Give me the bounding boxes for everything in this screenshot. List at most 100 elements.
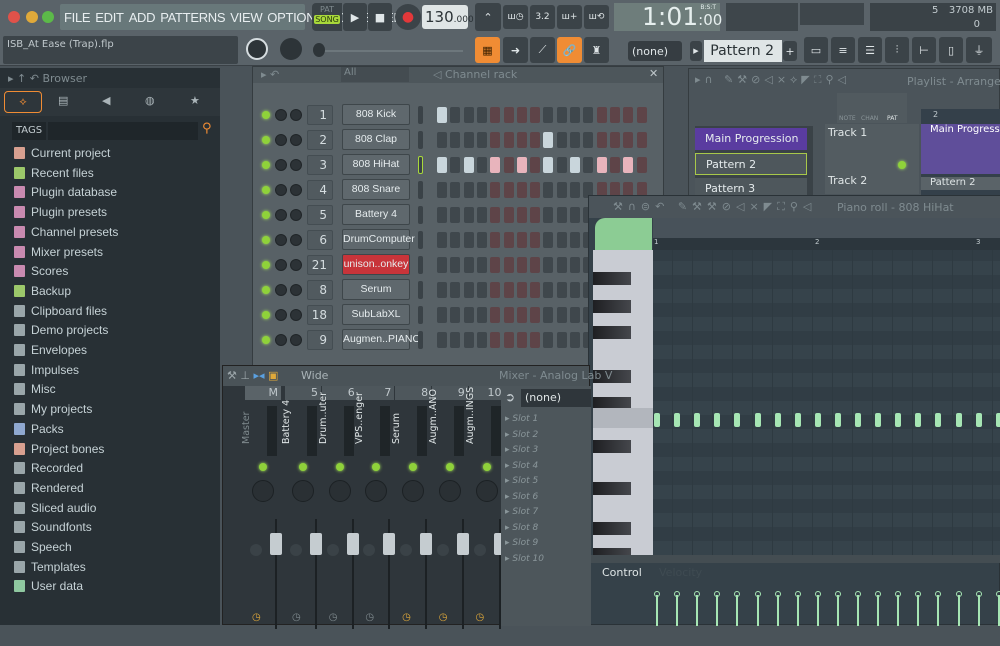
step-button[interactable] (530, 257, 541, 273)
browser-tab-favorites[interactable]: ★ (190, 94, 200, 107)
channel-name-button[interactable]: SubLabXL (342, 304, 410, 325)
step-button[interactable] (609, 132, 620, 148)
velocity-bar[interactable] (857, 595, 859, 626)
browser-item[interactable]: Packs (14, 422, 64, 436)
add-pattern-button[interactable]: + (783, 41, 797, 61)
velocity-bar[interactable] (977, 595, 980, 626)
pattern-item[interactable]: Pattern 2 (695, 153, 807, 175)
browser-item[interactable]: Scores (14, 264, 68, 278)
browser-item[interactable]: Backup (14, 284, 71, 298)
step-button[interactable] (503, 157, 514, 173)
step-button[interactable] (543, 282, 554, 298)
browser-tab-files[interactable]: ▤ (58, 94, 68, 107)
browser-item[interactable]: Plugin presets (14, 205, 107, 219)
channel-name-button[interactable]: 808 Kick (342, 104, 410, 125)
step-button[interactable] (530, 207, 541, 223)
channel-mixer-track[interactable]: 2 (307, 130, 333, 150)
step-button[interactable] (636, 132, 647, 148)
step-button[interactable] (463, 307, 474, 323)
countdown-button[interactable]: 3.2 (530, 5, 555, 29)
strip-mute-led[interactable] (445, 463, 454, 471)
channel-select[interactable] (418, 281, 423, 299)
browser-item[interactable]: Sliced audio (14, 501, 96, 515)
step-button[interactable] (503, 132, 514, 148)
step-button[interactable] (476, 107, 487, 123)
step-button[interactable] (476, 207, 487, 223)
browser-item[interactable]: Mixer presets (14, 245, 103, 259)
note[interactable] (754, 413, 761, 427)
maximize-window-button[interactable] (42, 11, 54, 23)
step-button[interactable] (450, 257, 461, 273)
step-button[interactable] (490, 257, 501, 273)
step-button[interactable] (556, 232, 567, 248)
stereo-knob[interactable] (326, 544, 339, 556)
channel-mute-led[interactable] (262, 261, 270, 269)
step-button[interactable] (530, 232, 541, 248)
velocity-bar[interactable] (716, 595, 719, 626)
step-button[interactable] (623, 107, 634, 123)
channel-select[interactable] (418, 331, 423, 349)
channel-mixer-track[interactable]: 1 (307, 105, 333, 125)
note[interactable] (654, 413, 660, 427)
channel-pan-knob[interactable] (275, 109, 287, 121)
clock-icon[interactable]: ◷ (292, 612, 301, 623)
channel-mixer-track[interactable]: 21 (307, 255, 333, 275)
step-button[interactable] (490, 157, 501, 173)
step-button[interactable] (503, 332, 514, 348)
clock-icon[interactable]: ◷ (329, 612, 338, 623)
effect-slot[interactable]: ▸ Slot 9 (505, 538, 538, 548)
channel-volume-knob[interactable] (290, 334, 302, 346)
step-button[interactable] (450, 182, 461, 198)
step-button[interactable] (543, 107, 554, 123)
minimize-window-button[interactable] (26, 11, 38, 23)
browser-button[interactable]: ⊢ (912, 37, 936, 63)
step-button[interactable] (516, 182, 527, 198)
browser-item[interactable]: Current project (14, 146, 110, 160)
volume-fader[interactable] (346, 533, 359, 555)
step-button[interactable] (503, 207, 514, 223)
channel-mixer-track[interactable]: 4 (307, 180, 333, 200)
piano-keyboard[interactable]: C5 (593, 250, 653, 561)
effect-slot[interactable]: ▸ Slot 2 (505, 430, 538, 440)
strip-mute-led[interactable] (335, 463, 344, 471)
mixer-strip[interactable]: 8 Serum ◷ (391, 386, 433, 646)
note[interactable] (674, 413, 681, 427)
master-pitch-knob[interactable] (280, 38, 302, 60)
step-button[interactable] (556, 332, 567, 348)
channel-volume-knob[interactable] (290, 109, 302, 121)
menu-edit[interactable]: EDIT (95, 10, 124, 25)
channel-mixer-track[interactable]: 6 (307, 230, 333, 250)
effect-slot[interactable]: ▸ Slot 8 (505, 523, 538, 533)
step-button[interactable] (530, 157, 541, 173)
step-button[interactable] (450, 232, 461, 248)
loop-record-button[interactable]: ш⟲ (584, 5, 609, 29)
velocity-bar[interactable] (676, 595, 679, 626)
note[interactable] (875, 413, 882, 427)
step-button[interactable] (450, 132, 461, 148)
velocity-bar[interactable] (776, 595, 779, 626)
channel-pan-knob[interactable] (275, 334, 287, 346)
velocity-bar[interactable] (736, 595, 739, 626)
step-button[interactable] (463, 282, 474, 298)
channel-select[interactable] (418, 256, 423, 274)
step-button[interactable] (543, 157, 554, 173)
velocity-handle[interactable] (935, 591, 942, 597)
snap-icon[interactable]: ⟋ (530, 37, 555, 63)
step-button[interactable] (530, 132, 541, 148)
velocity-handle[interactable] (855, 591, 861, 597)
step-button[interactable] (490, 207, 501, 223)
step-button[interactable] (463, 182, 474, 198)
browser-item[interactable]: Clipboard files (14, 304, 107, 318)
mixer-button[interactable]: ⫶ (885, 37, 909, 63)
mixer-strip[interactable]: 9 Augm..ANO ◷ (428, 386, 469, 646)
channel-mute-led[interactable] (262, 186, 270, 194)
volume-fader[interactable] (383, 533, 396, 555)
channel-mute-led[interactable] (262, 236, 270, 244)
strip-mute-led[interactable] (259, 463, 267, 471)
pattern-prev-button[interactable]: ▶ (690, 41, 702, 61)
channel-rack-menu-icon[interactable]: ▸ ↶ (261, 68, 279, 81)
step-button[interactable] (516, 132, 527, 148)
black-key[interactable] (593, 440, 631, 453)
browser-item[interactable]: Channel presets (14, 225, 118, 239)
note[interactable] (834, 413, 841, 427)
